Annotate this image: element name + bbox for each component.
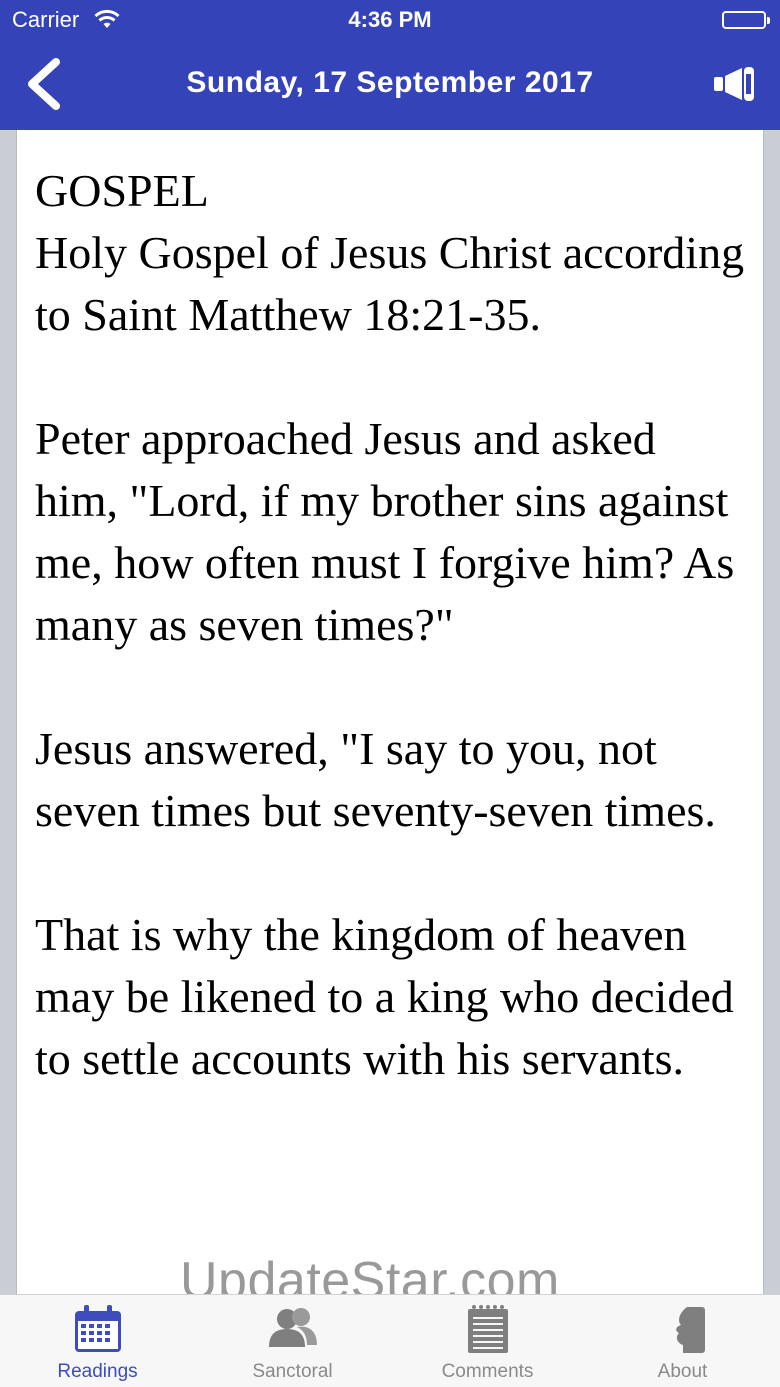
reading-section-title: GOSPEL xyxy=(35,165,209,216)
read-aloud-button[interactable] xyxy=(712,64,758,104)
notepad-icon xyxy=(462,1303,514,1355)
reading-content[interactable]: GOSPEL Holy Gospel of Jesus Christ accor… xyxy=(16,130,764,1294)
app-header: Carrier 4:36 PM Sunday, 17 September 201… xyxy=(0,0,780,130)
reading-paragraph: Peter approached Jesus and asked him, "L… xyxy=(35,413,735,650)
reading-reference: Holy Gospel of Jesus Christ according to… xyxy=(35,227,745,340)
tab-comments[interactable]: Comments xyxy=(390,1295,585,1387)
status-bar: Carrier 4:36 PM xyxy=(0,0,780,40)
tab-comments-label: Comments xyxy=(441,1361,534,1382)
tab-bar: Readings Sanctoral Comments About xyxy=(0,1294,780,1387)
navigation-bar: Sunday, 17 September 2017 xyxy=(0,40,780,130)
reading-paragraph: That is why the kingdom of heaven may be… xyxy=(35,909,734,1084)
tab-readings[interactable]: Readings xyxy=(0,1295,195,1387)
tab-about[interactable]: About xyxy=(585,1295,780,1387)
megaphone-icon xyxy=(714,67,754,101)
people-icon xyxy=(267,1303,319,1355)
reading-text: GOSPEL Holy Gospel of Jesus Christ accor… xyxy=(17,130,763,1090)
battery-icon xyxy=(722,11,770,29)
calendar-icon xyxy=(72,1303,124,1355)
reading-paragraph: Jesus answered, "I say to you, not seven… xyxy=(35,723,716,836)
reading-heading: GOSPEL Holy Gospel of Jesus Christ accor… xyxy=(35,160,745,346)
status-time: 4:36 PM xyxy=(348,7,432,32)
profile-icon xyxy=(657,1303,709,1355)
tab-sanctoral[interactable]: Sanctoral xyxy=(195,1295,390,1387)
tab-sanctoral-label: Sanctoral xyxy=(252,1361,333,1382)
tab-about-label: About xyxy=(657,1361,708,1382)
tab-readings-label: Readings xyxy=(57,1361,138,1382)
page-title: Sunday, 17 September 2017 xyxy=(186,66,594,99)
